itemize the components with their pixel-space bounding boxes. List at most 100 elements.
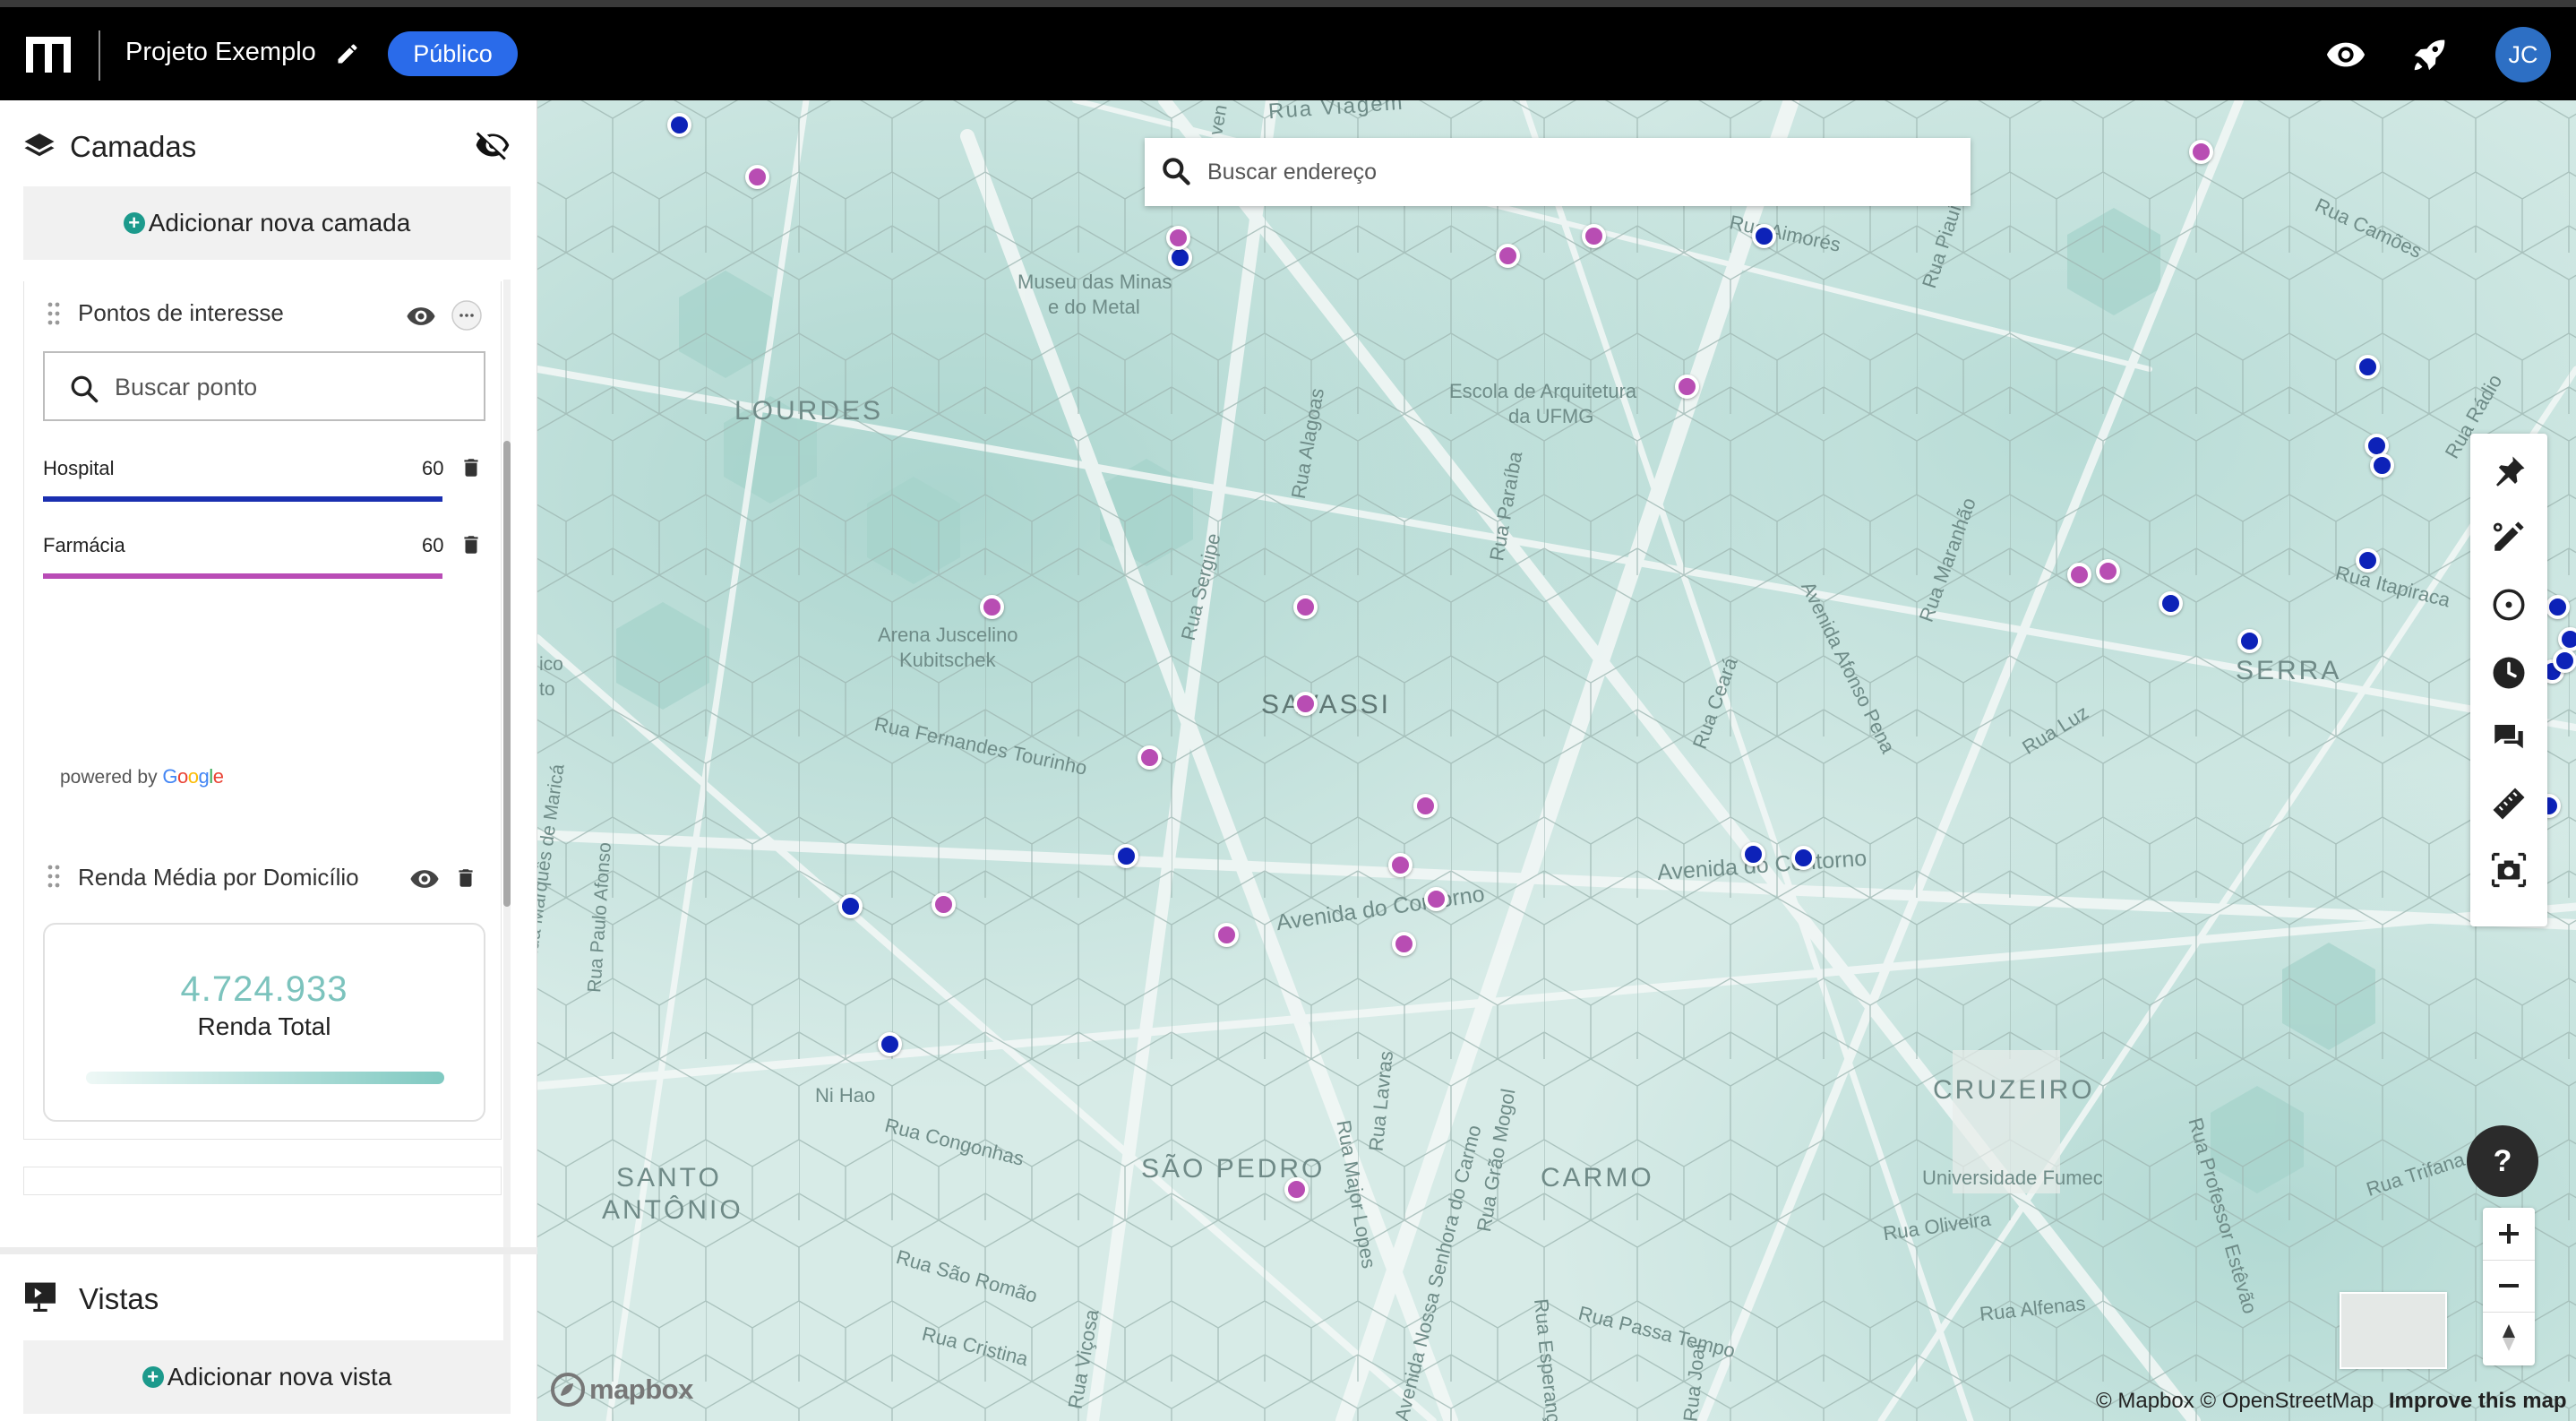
pharmacy-marker[interactable] [980,595,1004,619]
pharmacy-marker[interactable] [1138,745,1162,770]
user-avatar[interactable]: JC [2495,27,2551,82]
kpi-gradient-bar [86,1072,444,1084]
hospital-marker[interactable] [667,113,691,137]
pharmacy-marker[interactable] [1392,932,1416,956]
radius-tool-icon[interactable] [2490,586,2528,624]
place-label: da UFMG [1508,405,1594,427]
minimap-thumbnail[interactable] [2340,1292,2447,1369]
pharmacy-marker[interactable] [1582,224,1606,248]
hospital-marker[interactable] [2356,548,2380,573]
pharmacy-marker[interactable] [1293,692,1318,716]
pharmacy-marker[interactable] [2067,563,2091,587]
pharmacy-marker[interactable] [1293,595,1318,619]
delete-layer-icon[interactable] [454,866,477,891]
map-attribution: © Mapbox © OpenStreetMap Improve this ma… [2096,1389,2567,1414]
project-title: Projeto Exemplo [125,38,316,66]
search-icon [71,375,99,403]
layer-visibility-eye-icon[interactable] [406,301,436,332]
improve-map-link[interactable]: Improve this map [2389,1389,2567,1413]
attribution-text[interactable]: © Mapbox © OpenStreetMap [2096,1389,2374,1413]
visibility-public-button[interactable]: Público [388,31,518,76]
drag-handle-icon[interactable] [47,864,60,889]
drag-handle-icon[interactable] [47,301,60,326]
hospital-marker[interactable] [2356,355,2380,379]
hospital-marker[interactable] [1752,224,1776,248]
kpi-value: 4.724.933 [180,969,348,1009]
layer-visibility-eye-icon[interactable] [409,864,440,894]
pharmacy-marker[interactable] [745,165,769,189]
hospital-marker[interactable] [2159,591,2183,616]
poi-search-input[interactable]: Buscar ponto [43,351,485,421]
pharmacy-marker[interactable] [2096,559,2120,583]
isochrone-clock-icon[interactable] [2490,654,2528,692]
pharmacy-marker[interactable] [1413,794,1438,818]
pharmacy-marker[interactable] [2189,140,2213,164]
publish-rocket-icon[interactable] [2409,34,2451,75]
hospital-marker[interactable] [878,1032,902,1056]
powered-by-text: powered by [60,767,158,788]
preview-eye-icon[interactable] [2325,34,2366,75]
hospital-marker[interactable] [2558,627,2576,651]
zoom-out-icon[interactable] [2483,1260,2535,1312]
top-bar: Projeto Exemplo Público JC [0,7,2576,100]
plus-icon: + [142,1366,164,1388]
screenshot-camera-icon[interactable] [2490,851,2528,889]
poi-search-placeholder: Buscar ponto [115,374,258,400]
district-label: ANTÔNIO [602,1195,743,1225]
hospital-marker[interactable] [1791,846,1816,870]
pin-tool-icon[interactable] [2490,453,2528,491]
hospital-marker[interactable] [1741,842,1765,866]
delete-category-farmacia-icon[interactable] [459,532,483,557]
kpi-label: Renda Total [197,1012,331,1040]
search-icon [1163,158,1190,185]
address-search-placeholder: Buscar endereço [1207,159,1378,185]
help-button[interactable]: ? [2467,1125,2538,1197]
mapbox-logo-icon [551,1373,585,1407]
mapbox-logo[interactable]: mapbox [550,1371,693,1408]
address-search-input[interactable]: Buscar endereço [1145,138,1971,206]
pharmacy-marker[interactable] [1284,1177,1309,1201]
add-view-label: Adicionar nova vista [167,1363,392,1391]
map-basemap[interactable] [537,100,2576,1421]
pharmacy-marker[interactable] [1166,226,1190,250]
app-logo-icon[interactable] [23,34,73,75]
place-label: Escola de Arquitetura [1449,380,1637,402]
hospital-marker[interactable] [2370,453,2394,478]
hospital-marker[interactable] [1114,844,1138,868]
place-label: Ni Hao [815,1084,876,1107]
layer-title: Pontos de interesse [78,299,284,326]
sidebar-section-divider [0,1247,537,1254]
sidebar-scrollbar-thumb[interactable] [503,441,511,907]
layer-more-options-icon[interactable] [451,299,483,332]
category-label-hospital: Hospital [43,457,115,479]
pharmacy-marker[interactable] [1215,923,1239,947]
comments-icon[interactable] [2490,719,2528,756]
hospital-marker[interactable] [2546,595,2570,619]
powered-by-google: powered by Google [60,765,224,788]
sidebar: Camadas + Adicionar nova camada Pontos d… [0,100,537,1421]
pharmacy-marker[interactable] [1424,887,1448,911]
zoom-in-icon[interactable] [2483,1208,2535,1260]
hospital-marker[interactable] [2553,649,2576,673]
map-tools-toolbar [2470,434,2547,926]
window-top-edge [0,0,2576,7]
edit-title-icon[interactable] [335,41,360,66]
pharmacy-marker[interactable] [1496,244,1520,268]
hide-all-layers-icon[interactable] [475,127,511,163]
draw-tool-icon[interactable] [2490,518,2528,555]
pharmacy-marker[interactable] [1675,375,1699,399]
zoom-controls [2483,1208,2535,1365]
hospital-marker[interactable] [2237,629,2262,653]
ruler-measure-icon[interactable] [2490,785,2528,822]
hospital-marker[interactable] [838,894,863,918]
place-label: e do Metal [1048,296,1140,318]
pharmacy-marker[interactable] [932,892,956,917]
category-count-hospital: 60 [422,457,444,479]
delete-category-hospital-icon[interactable] [459,455,483,480]
add-view-button[interactable]: + Adicionar nova vista [23,1340,511,1414]
add-layer-button[interactable]: + Adicionar nova camada [23,186,511,260]
mapbox-logo-text: mapbox [589,1374,693,1405]
map-canvas[interactable]: LOURDES SAVASSI SERRA CRUZEIRO CARMO SÃO… [537,100,2576,1421]
pharmacy-marker[interactable] [1388,853,1413,877]
compass-reset-north-icon[interactable] [2483,1312,2535,1364]
